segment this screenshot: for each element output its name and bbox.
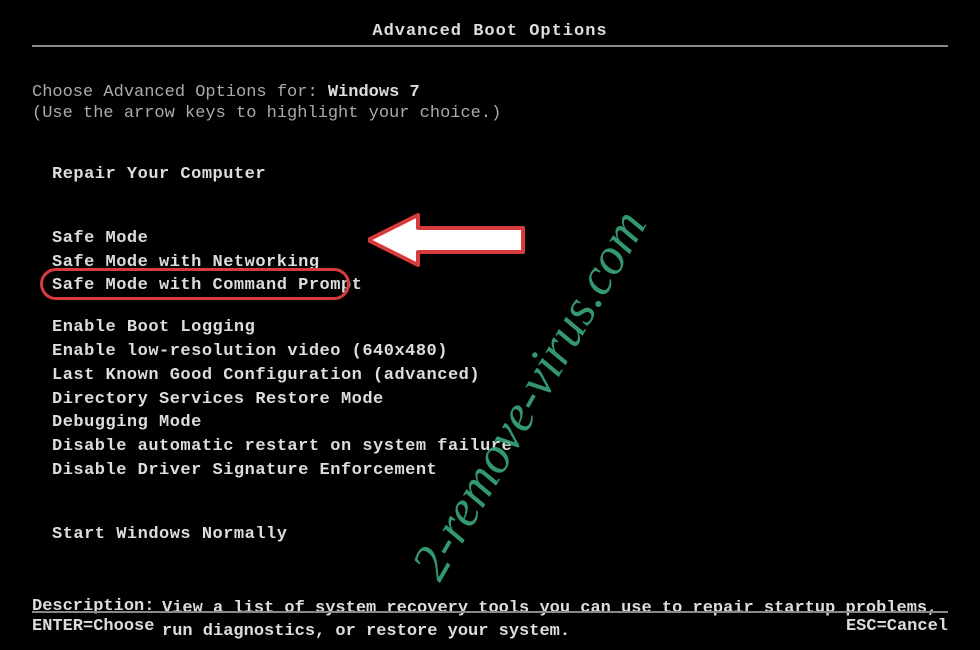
menu-lkgc[interactable]: Last Known Good Configuration (advanced) xyxy=(52,364,948,388)
menu-low-res[interactable]: Enable low-resolution video (640x480) xyxy=(52,340,948,364)
menu-repair[interactable]: Repair Your Computer xyxy=(52,163,948,187)
menu-safe-mode-net[interactable]: Safe Mode with Networking xyxy=(52,251,948,275)
menu-debug[interactable]: Debugging Mode xyxy=(52,411,948,435)
choose-line: Choose Advanced Options for: Windows 7 xyxy=(32,83,948,102)
menu-boot-log[interactable]: Enable Boot Logging xyxy=(52,316,948,340)
boot-screen: Advanced Boot Options Choose Advanced Op… xyxy=(0,0,980,650)
page-title: Advanced Boot Options xyxy=(32,22,948,41)
menu-ds-restore[interactable]: Directory Services Restore Mode xyxy=(52,388,948,412)
menu-safe-mode-cmd[interactable]: Safe Mode with Command Prompt xyxy=(52,274,362,298)
footer-esc: ESC=Cancel xyxy=(846,617,948,636)
footer-enter: ENTER=Choose xyxy=(32,617,154,636)
menu-safe-mode[interactable]: Safe Mode xyxy=(52,227,948,251)
boot-menu: Repair Your Computer Safe Mode Safe Mode… xyxy=(32,163,948,547)
bottom-divider xyxy=(32,611,948,613)
top-divider xyxy=(32,45,948,47)
highlighted-wrap: Safe Mode with Command Prompt xyxy=(52,274,362,298)
footer: ENTER=Choose ESC=Cancel xyxy=(32,611,948,636)
menu-no-drv-sig[interactable]: Disable Driver Signature Enforcement xyxy=(52,459,948,483)
os-name: Windows 7 xyxy=(328,83,420,102)
menu-no-auto-restart[interactable]: Disable automatic restart on system fail… xyxy=(52,435,948,459)
menu-start-normal[interactable]: Start Windows Normally xyxy=(52,523,948,547)
arrow-key-hint: (Use the arrow keys to highlight your ch… xyxy=(32,104,948,123)
choose-prefix: Choose Advanced Options for: xyxy=(32,83,328,102)
